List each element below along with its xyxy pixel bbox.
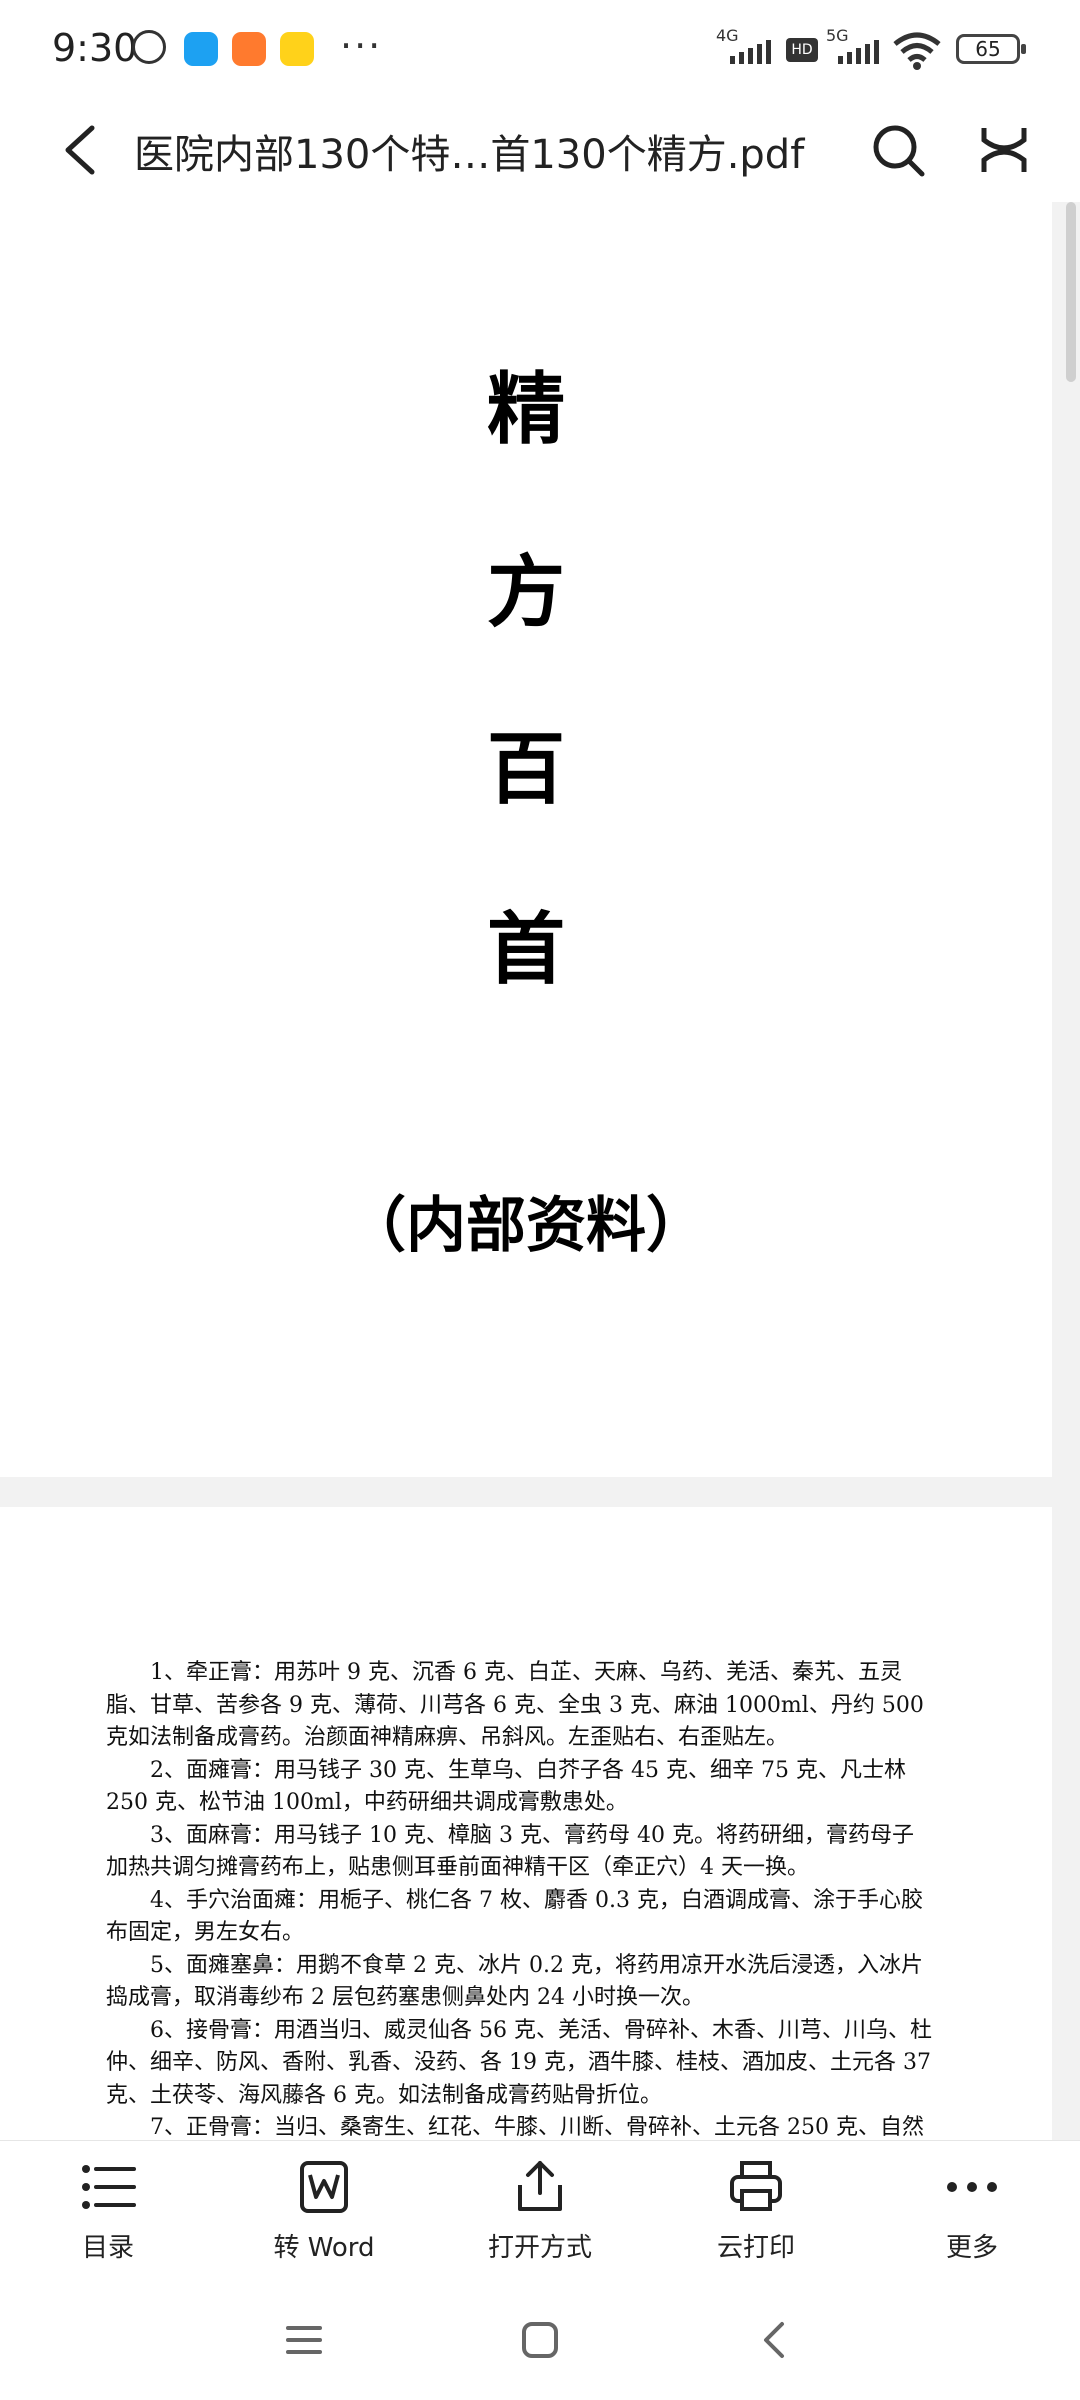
more-notifications-icon: ··· <box>340 24 383 68</box>
toc-label: 目录 <box>81 2233 134 2263</box>
convert-word-button[interactable]: 转 Word <box>254 2141 394 2281</box>
open-with-button[interactable]: 打开方式 <box>470 2141 610 2281</box>
word-icon <box>300 2161 348 2213</box>
status-time: 9:30 <box>52 26 138 70</box>
cover-char-1: 精 <box>486 364 565 455</box>
bottom-action-bar: 目录 转 Word 打开方式 云打印 更多 <box>0 2140 1080 2281</box>
more-label: 更多 <box>945 2233 998 2263</box>
paragraph: 2、面瘫膏：用马钱子 30 克、生草乌、白芥子各 45 克、细辛 75 克、凡士… <box>106 1757 906 1816</box>
pdf-page-cover: 精 方 百 首 （内部资料） <box>0 202 1052 1477</box>
more-icon <box>947 2182 997 2192</box>
convert-word-label: 转 Word <box>273 2233 375 2263</box>
battery-indicator: 65 <box>956 34 1026 64</box>
paragraph: 4、手穴治面瘫：用栀子、桃仁各 7 枚、麝香 0.3 克，白酒调成膏、涂于手心胶… <box>106 1887 923 1946</box>
open-with-label: 打开方式 <box>487 2233 592 2263</box>
pdf-page-2: 1、牵正膏：用苏叶 9 克、沉香 6 克、白芷、天麻、乌药、羌活、秦艽、五灵脂、… <box>0 1507 1052 2140</box>
cover-char-4: 首 <box>486 904 565 995</box>
system-nav-bar <box>0 2280 1080 2400</box>
top-toolbar: 医院内部130个特…首130个精方.pdf <box>0 100 1080 203</box>
paragraph: 1、牵正膏：用苏叶 9 克、沉香 6 克、白芷、天麻、乌药、羌活、秦艽、五灵脂、… <box>106 1660 924 1750</box>
printer-icon <box>730 2161 782 2211</box>
menu-nav-icon[interactable] <box>274 2310 334 2370</box>
paragraph: 3、面麻膏：用马钱子 10 克、樟脑 3 克、膏药母 40 克。将药研细，膏药母… <box>106 1822 914 1881</box>
back-arrow-icon[interactable] <box>54 120 114 180</box>
paragraph: 6、接骨膏：用酒当归、威灵仙各 56 克、羌活、骨碎补、木香、川芎、川乌、杜仲、… <box>106 2017 932 2108</box>
back-nav-icon[interactable] <box>746 2310 806 2370</box>
cover-char-2: 方 <box>486 547 565 638</box>
cover-subtitle: （内部资料） <box>346 1191 706 1261</box>
scrollbar-thumb[interactable] <box>1066 202 1076 382</box>
document-title: 医院内部130个特…首130个精方.pdf <box>134 132 805 178</box>
shopping-app-icon <box>232 32 266 66</box>
toc-button[interactable]: 目录 <box>38 2141 178 2281</box>
list-icon <box>82 2165 136 2209</box>
paragraph: 7、正骨膏：当归、桑寄生、红花、牛膝、川断、骨碎补、土元各 250 克、自然 <box>150 2115 924 2140</box>
paragraph: 5、面瘫塞鼻：用鹅不食草 2 克、冰片 0.2 克，将药用凉开水洗后浸透，入冰片… <box>106 1952 923 2011</box>
more-button[interactable]: 更多 <box>902 2141 1042 2281</box>
reading-mode-icon[interactable] <box>976 120 1032 180</box>
signal-5g-bars-icon <box>838 40 879 64</box>
hd-badge: HD <box>786 38 818 62</box>
home-nav-icon[interactable] <box>510 2310 570 2370</box>
cloud-print-label: 云打印 <box>716 2233 795 2263</box>
message-app-icon <box>184 32 218 66</box>
search-icon[interactable] <box>868 120 928 180</box>
wifi-icon <box>893 32 941 70</box>
share-icon <box>518 2161 562 2211</box>
status-bar: 9:30 ··· 4G HD 5G 65 <box>0 0 1080 100</box>
pdf-viewer[interactable]: 精 方 百 首 （内部资料） 1、牵正膏：用苏叶 9 克、沉香 6 克、白芷、天… <box>0 202 1080 2140</box>
alarm-icon <box>132 30 166 64</box>
page-body-text: 1、牵正膏：用苏叶 9 克、沉香 6 克、白芷、天麻、乌药、羌活、秦艽、五灵脂、… <box>106 1657 932 2140</box>
video-app-icon <box>280 32 314 66</box>
cloud-print-button[interactable]: 云打印 <box>686 2141 826 2281</box>
signal-4g-bars-icon <box>730 40 771 64</box>
cover-char-3: 百 <box>486 724 565 815</box>
